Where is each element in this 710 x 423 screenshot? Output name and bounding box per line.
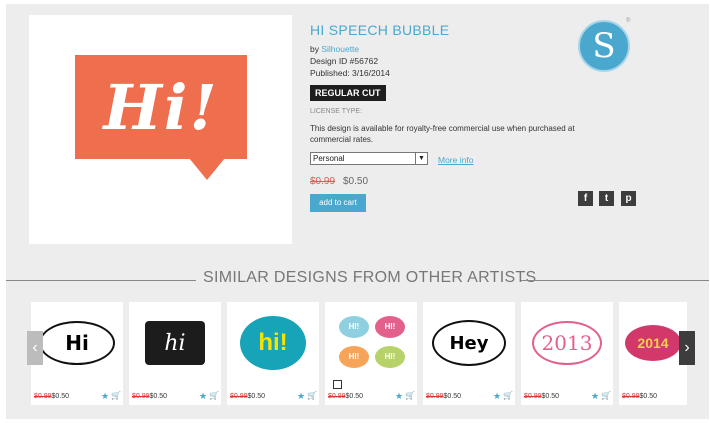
license-description: This design is available for royalty-fre… bbox=[310, 124, 575, 144]
silhouette-logo[interactable]: S bbox=[578, 20, 630, 72]
similar-design-card[interactable]: hi $0.99$0.50 ★ 🛒 bbox=[129, 302, 221, 405]
logo-letter: S bbox=[592, 26, 616, 66]
product-image-text: Hi! bbox=[103, 70, 219, 144]
design-id: Design ID #56762 bbox=[310, 56, 379, 66]
magenta-speech-bubble: 2014 bbox=[625, 325, 681, 361]
cart-icon[interactable]: 🛒 bbox=[209, 391, 219, 400]
similar-design-card[interactable]: Hey $0.99$0.50 ★ 🛒 bbox=[423, 302, 515, 405]
bubble-orange: HI! bbox=[339, 346, 369, 368]
card-old-price: $0.99 bbox=[622, 393, 640, 400]
card-old-price: $0.99 bbox=[132, 393, 150, 400]
star-icon[interactable]: ★ bbox=[493, 391, 501, 402]
similar-design-card[interactable]: 2014 $0.99$0.50 bbox=[619, 302, 687, 405]
card-thumbnail: hi! bbox=[231, 308, 315, 378]
card-price: $0.99$0.50 bbox=[524, 393, 559, 400]
card-old-price: $0.99 bbox=[524, 393, 542, 400]
card-old-price: $0.99 bbox=[230, 393, 248, 400]
original-price: $0.99 bbox=[310, 176, 336, 187]
artist-link[interactable]: Silhouette bbox=[321, 44, 359, 54]
twitter-icon[interactable]: t bbox=[599, 191, 614, 206]
artist-line: by Silhouette bbox=[310, 44, 359, 54]
speech-bubble-tail bbox=[189, 158, 225, 180]
similar-design-card[interactable]: HI! HI! HI! HI! $0.99$0.50 ★ 🛒 bbox=[325, 302, 417, 405]
card-thumbnail: 2014 bbox=[623, 308, 683, 378]
print-cut-icon bbox=[333, 380, 342, 389]
card-new-price: $0.50 bbox=[639, 393, 658, 400]
divider-left bbox=[6, 280, 196, 281]
cart-icon[interactable]: 🛒 bbox=[405, 391, 415, 400]
oval-speech-bubble: Hi bbox=[39, 321, 115, 365]
card-new-price: $0.50 bbox=[541, 393, 560, 400]
chevron-down-icon[interactable]: ▼ bbox=[415, 153, 427, 164]
card-thumbnail: 2013 bbox=[525, 308, 609, 378]
card-new-price: $0.50 bbox=[51, 393, 70, 400]
card-thumbnail: hi bbox=[133, 308, 217, 378]
registered-mark: ® bbox=[626, 18, 631, 24]
star-icon[interactable]: ★ bbox=[395, 391, 403, 402]
product-title: HI SPEECH BUBBLE bbox=[310, 22, 450, 38]
facebook-icon[interactable]: f bbox=[578, 191, 593, 206]
card-thumbnail: Hi bbox=[35, 308, 119, 378]
multi-bubble-group: HI! HI! HI! HI! bbox=[331, 310, 411, 376]
more-info-link[interactable]: More info bbox=[438, 155, 473, 165]
card-price: $0.99$0.50 bbox=[328, 393, 363, 400]
bubble-pink: HI! bbox=[375, 316, 405, 338]
similar-design-card[interactable]: 2013 $0.99$0.50 ★ 🛒 bbox=[521, 302, 613, 405]
oval-speech-bubble: Hey bbox=[432, 320, 506, 366]
carousel-next-button[interactable]: › bbox=[679, 331, 695, 365]
star-icon[interactable]: ★ bbox=[297, 391, 305, 402]
card-thumbnail: HI! HI! HI! HI! bbox=[329, 308, 413, 378]
license-type-label: LICENSE TYPE: bbox=[310, 108, 363, 115]
card-price: $0.99$0.50 bbox=[230, 393, 265, 400]
similar-designs-title: SIMILAR DESIGNS FROM OTHER ARTISTS bbox=[203, 269, 537, 286]
card-new-price: $0.50 bbox=[247, 393, 266, 400]
teal-speech-bubble: hi! bbox=[240, 316, 306, 370]
card-old-price: $0.99 bbox=[328, 393, 346, 400]
similar-design-card[interactable]: hi! $0.99$0.50 ★ 🛒 bbox=[227, 302, 319, 405]
bubble-green: HI! bbox=[375, 346, 405, 368]
black-speech-bubble: hi bbox=[145, 321, 205, 365]
card-price: $0.99$0.50 bbox=[34, 393, 69, 400]
card-price: $0.99$0.50 bbox=[426, 393, 461, 400]
bubble-blue: HI! bbox=[339, 316, 369, 338]
card-new-price: $0.50 bbox=[345, 393, 364, 400]
published-date: Published: 3/16/2014 bbox=[310, 68, 390, 78]
card-price: $0.99$0.50 bbox=[132, 393, 167, 400]
add-to-cart-button[interactable]: add to cart bbox=[310, 194, 366, 212]
cart-icon[interactable]: 🛒 bbox=[111, 391, 121, 400]
pinterest-icon[interactable]: p bbox=[621, 191, 636, 206]
product-image[interactable]: Hi! bbox=[29, 15, 292, 244]
divider-right bbox=[521, 280, 709, 281]
card-thumbnail: Hey bbox=[427, 308, 511, 378]
star-icon[interactable]: ★ bbox=[199, 391, 207, 402]
license-select[interactable]: Personal ▼ bbox=[310, 152, 428, 165]
pink-outline-bubble: 2013 bbox=[532, 321, 602, 365]
cart-icon[interactable]: 🛒 bbox=[503, 391, 513, 400]
by-label: by bbox=[310, 44, 322, 54]
license-selected-value: Personal bbox=[313, 154, 345, 163]
sale-price: $0.50 bbox=[343, 176, 369, 187]
cart-icon[interactable]: 🛒 bbox=[601, 391, 611, 400]
card-price: $0.99$0.50 bbox=[622, 393, 657, 400]
card-new-price: $0.50 bbox=[149, 393, 168, 400]
similar-design-card[interactable]: Hi $0.99$0.50 ★ 🛒 bbox=[31, 302, 123, 405]
carousel-prev-button[interactable]: ‹ bbox=[27, 331, 43, 365]
star-icon[interactable]: ★ bbox=[101, 391, 109, 402]
star-icon[interactable]: ★ bbox=[591, 391, 599, 402]
cart-icon[interactable]: 🛒 bbox=[307, 391, 317, 400]
card-old-price: $0.99 bbox=[426, 393, 444, 400]
card-old-price: $0.99 bbox=[34, 393, 52, 400]
card-new-price: $0.50 bbox=[443, 393, 462, 400]
cut-type-badge: REGULAR CUT bbox=[310, 85, 386, 101]
